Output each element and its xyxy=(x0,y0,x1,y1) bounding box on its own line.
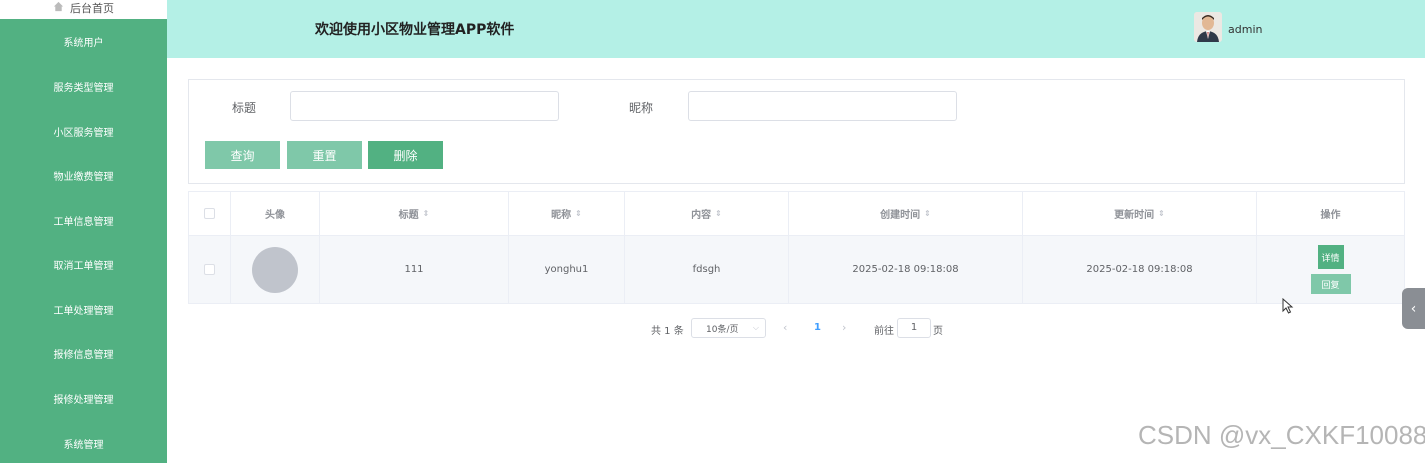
sidebar-item-label: 系统管理 xyxy=(63,439,104,451)
row-content-cell: fdsgh xyxy=(625,236,789,303)
select-all-cell xyxy=(189,192,231,235)
sidebar-home-label: 后台首页 xyxy=(70,2,114,15)
sidebar: 后台首页 系统用户 服务类型管理 小区服务管理 物业缴费管理 工单信息管理 取消… xyxy=(0,0,167,463)
column-header-title[interactable]: 标题 ⇕ xyxy=(320,192,509,235)
page-title: 欢迎使用小区物业管理APP软件 xyxy=(315,22,515,38)
sidebar-item-label: 工单信息管理 xyxy=(53,216,114,228)
column-header-created[interactable]: 创建时间 ⇕ xyxy=(789,192,1023,235)
data-table: 头像 标题 ⇕ 昵称 ⇕ 内容 ⇕ 创建时间 ⇕ 更新时间 ⇕ 操作 111 y… xyxy=(188,191,1405,304)
chevron-left-icon[interactable]: ‹ xyxy=(783,321,787,334)
row-checkbox[interactable] xyxy=(204,264,215,275)
column-header-actions: 操作 xyxy=(1257,192,1404,235)
detail-button[interactable]: 详情 xyxy=(1317,245,1344,269)
goto-page-input[interactable]: 1 xyxy=(897,318,931,338)
pagination: 共 1 条 10条/页 ⌵ ‹ 1 › 前往 1 页 xyxy=(0,318,1425,338)
pagination-total: 共 1 条 xyxy=(651,326,684,337)
sidebar-item-service-types[interactable]: 服务类型管理 xyxy=(0,64,167,108)
watermark: CSDN @vx_CXKF10088 xyxy=(1138,420,1425,450)
username-label[interactable]: admin xyxy=(1228,23,1262,36)
user-avatar-icon xyxy=(1194,12,1222,42)
pagination-page-current[interactable]: 1 xyxy=(814,322,821,333)
column-header-nickname[interactable]: 昵称 ⇕ xyxy=(509,192,625,235)
row-avatar-cell xyxy=(231,236,320,303)
row-actions-cell: 详情 回复 xyxy=(1257,236,1404,303)
page-size-select[interactable]: 10条/页 ⌵ xyxy=(691,318,766,338)
column-header-updated[interactable]: 更新时间 ⇕ xyxy=(1023,192,1257,235)
select-all-checkbox[interactable] xyxy=(204,208,215,219)
chevron-left-icon: ‹ xyxy=(1410,300,1417,317)
sort-icon[interactable]: ⇕ xyxy=(924,209,931,218)
goto-label: 前往 xyxy=(874,326,894,337)
query-button[interactable]: 查询 xyxy=(205,141,280,169)
column-header-label: 内容 xyxy=(691,210,712,221)
chevron-right-icon[interactable]: › xyxy=(842,321,846,334)
header: 欢迎使用小区物业管理APP软件 admin xyxy=(167,0,1425,58)
column-header-label: 创建时间 xyxy=(880,210,921,221)
row-updated-cell: 2025-02-18 09:18:08 xyxy=(1023,236,1257,303)
search-panel: 标题 昵称 查询 重置 删除 xyxy=(188,79,1405,184)
sidebar-item-home[interactable]: 后台首页 xyxy=(0,0,167,19)
sidebar-item-label: 小区服务管理 xyxy=(53,127,114,139)
row-select-cell xyxy=(189,236,231,303)
title-input[interactable] xyxy=(290,91,559,121)
sidebar-item-cancelled-orders[interactable]: 取消工单管理 xyxy=(0,242,167,286)
sort-icon[interactable]: ⇕ xyxy=(423,209,430,218)
goto-suffix: 页 xyxy=(933,326,943,337)
row-nickname-cell: yonghu1 xyxy=(509,236,625,303)
column-header-label: 更新时间 xyxy=(1114,210,1155,221)
column-header-label: 昵称 xyxy=(551,210,572,221)
home-icon xyxy=(53,1,64,15)
title-label: 标题 xyxy=(232,101,257,115)
sort-icon[interactable]: ⇕ xyxy=(715,209,722,218)
nickname-label: 昵称 xyxy=(629,101,654,115)
sort-icon[interactable]: ⇕ xyxy=(575,209,582,218)
sidebar-item-work-orders[interactable]: 工单信息管理 xyxy=(0,198,167,242)
page-size-value: 10条/页 xyxy=(706,324,739,335)
sort-icon[interactable]: ⇕ xyxy=(1158,209,1165,218)
avatar xyxy=(252,246,298,293)
sidebar-item-label: 取消工单管理 xyxy=(53,260,114,272)
sidebar-item-property-fees[interactable]: 物业缴费管理 xyxy=(0,153,167,197)
sidebar-item-system-management[interactable]: 系统管理 xyxy=(0,421,167,463)
avatar[interactable] xyxy=(1194,12,1222,42)
sidebar-home-inner: 后台首页 xyxy=(53,0,114,16)
mouse-cursor-icon xyxy=(1282,298,1294,314)
sidebar-item-label: 报修信息管理 xyxy=(53,349,114,361)
sidebar-item-label: 服务类型管理 xyxy=(53,82,114,94)
delete-button[interactable]: 删除 xyxy=(368,141,443,169)
table-header: 头像 标题 ⇕ 昵称 ⇕ 内容 ⇕ 创建时间 ⇕ 更新时间 ⇕ 操作 xyxy=(189,192,1404,236)
reset-button[interactable]: 重置 xyxy=(287,141,362,169)
column-header-avatar: 头像 xyxy=(231,192,320,235)
sidebar-item-label: 物业缴费管理 xyxy=(53,171,114,183)
sidebar-item-label: 工单处理管理 xyxy=(53,305,114,317)
sidebar-item-label: 系统用户 xyxy=(63,37,104,49)
sidebar-item-system-users[interactable]: 系统用户 xyxy=(0,19,167,63)
chevron-down-icon: ⌵ xyxy=(752,323,759,332)
row-title-cell: 111 xyxy=(320,236,509,303)
nickname-input[interactable] xyxy=(688,91,957,121)
sidebar-item-repair-processing[interactable]: 报修处理管理 xyxy=(0,376,167,420)
table-row[interactable]: 111 yonghu1 fdsgh 2025-02-18 09:18:08 20… xyxy=(189,236,1404,303)
reply-button[interactable]: 回复 xyxy=(1310,274,1351,294)
column-header-label: 头像 xyxy=(265,210,285,221)
app-root: 后台首页 系统用户 服务类型管理 小区服务管理 物业缴费管理 工单信息管理 取消… xyxy=(0,0,1425,463)
sidebar-item-label: 报修处理管理 xyxy=(53,394,114,406)
column-header-label: 操作 xyxy=(1320,210,1341,221)
column-header-label: 标题 xyxy=(398,210,419,221)
collapse-handle[interactable]: ‹ xyxy=(1402,288,1425,329)
row-created-cell: 2025-02-18 09:18:08 xyxy=(789,236,1023,303)
column-header-content[interactable]: 内容 ⇕ xyxy=(625,192,789,235)
sidebar-item-community-services[interactable]: 小区服务管理 xyxy=(0,109,167,153)
